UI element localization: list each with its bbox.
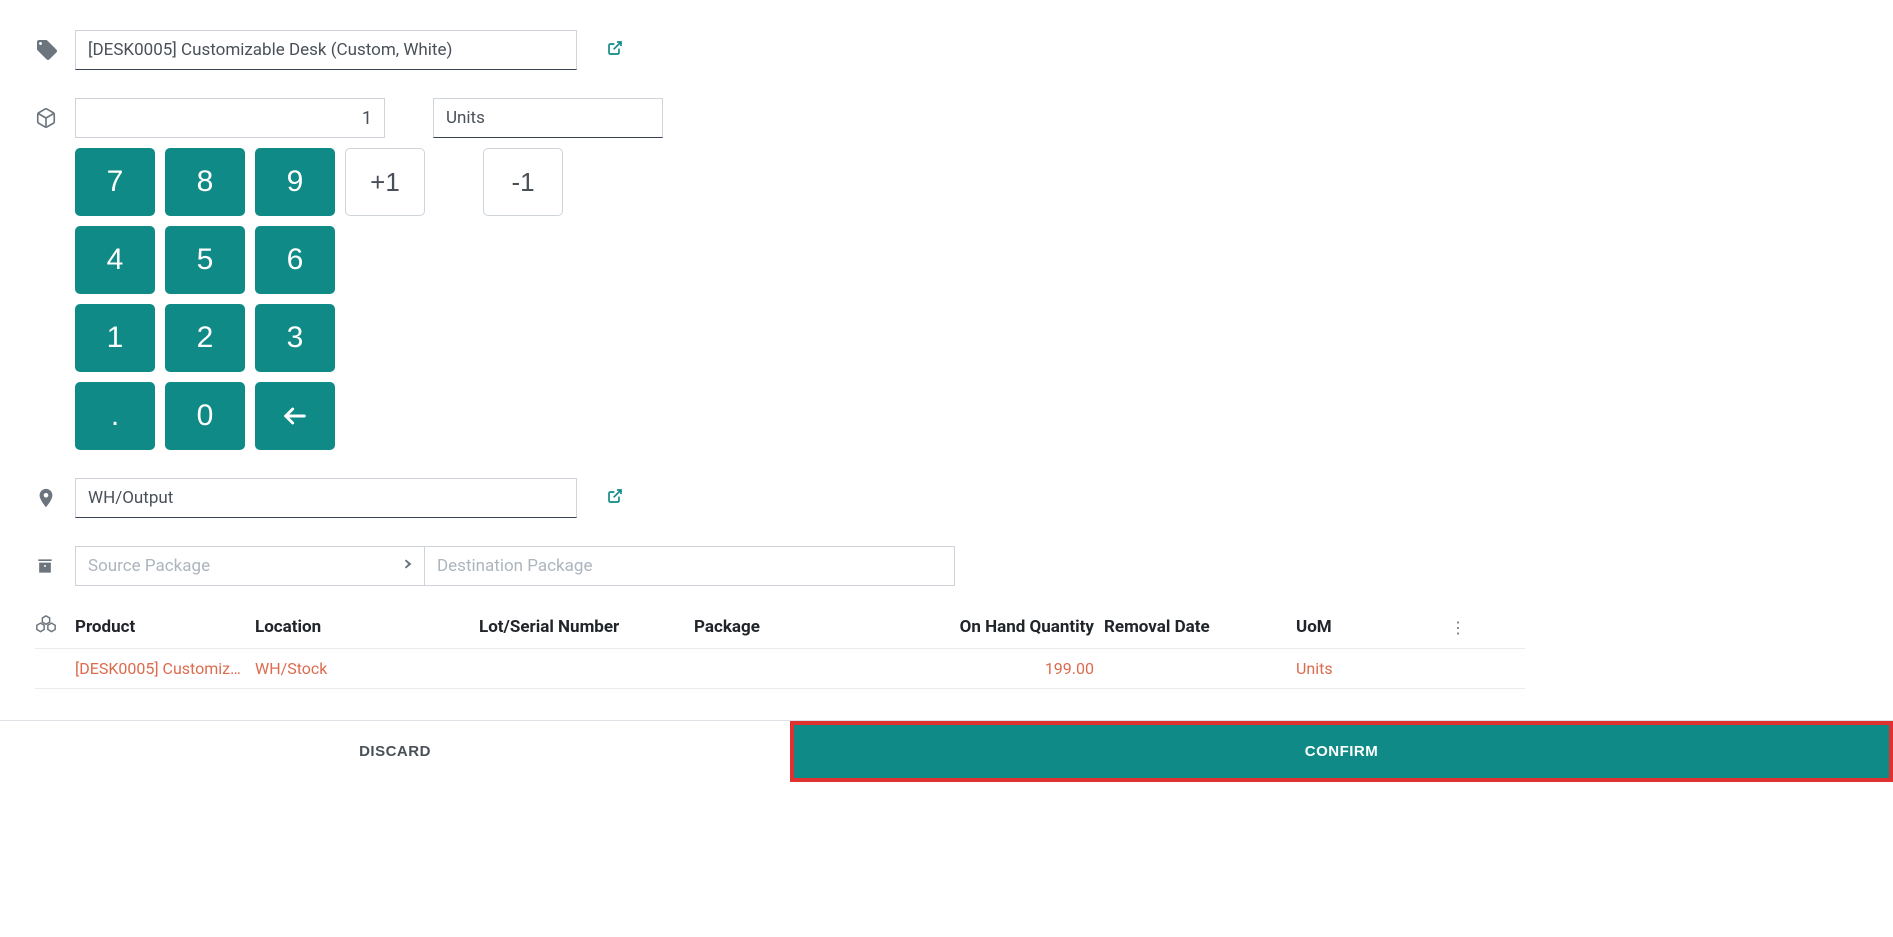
cubes-icon <box>35 614 75 640</box>
key-0[interactable]: 0 <box>165 382 245 450</box>
th-location[interactable]: Location <box>255 617 479 637</box>
stock-table: Product Location Lot/Serial Number Packa… <box>35 606 1525 689</box>
map-marker-icon <box>35 487 75 509</box>
key-6[interactable]: 6 <box>255 226 335 294</box>
table-header-row: Product Location Lot/Serial Number Packa… <box>35 606 1525 648</box>
th-product[interactable]: Product <box>75 617 255 637</box>
destination-package-input[interactable] <box>425 546 955 586</box>
td-uom: Units <box>1296 659 1436 678</box>
location-external-link-icon[interactable] <box>607 488 623 508</box>
key-backspace[interactable] <box>255 382 335 450</box>
key-1[interactable]: 1 <box>75 304 155 372</box>
numeric-keypad: 7 8 9 +1 -1 4 5 6 1 2 3 . 0 <box>75 148 1893 450</box>
archive-icon <box>35 556 75 576</box>
quantity-input[interactable] <box>75 98 385 138</box>
th-onhand[interactable]: On Hand Quantity <box>934 617 1094 637</box>
package-row <box>35 546 1893 586</box>
key-dot[interactable]: . <box>75 382 155 450</box>
key-8[interactable]: 8 <box>165 148 245 216</box>
key-4[interactable]: 4 <box>75 226 155 294</box>
footer-bar: DISCARD CONFIRM <box>0 720 1893 782</box>
key-2[interactable]: 2 <box>165 304 245 372</box>
arrow-right-icon[interactable] <box>394 554 414 578</box>
location-row <box>35 478 1893 518</box>
cube-icon <box>35 107 75 129</box>
table-row[interactable]: [DESK0005] Customiz… WH/Stock 199.00 Uni… <box>35 648 1525 689</box>
key-plus1[interactable]: +1 <box>345 148 425 216</box>
product-row <box>35 30 1893 70</box>
source-package-input[interactable] <box>76 547 424 585</box>
product-external-link-icon[interactable] <box>607 40 623 60</box>
td-product: [DESK0005] Customiz… <box>75 659 255 678</box>
location-input[interactable] <box>75 478 577 518</box>
th-package[interactable]: Package <box>694 617 934 637</box>
key-9[interactable]: 9 <box>255 148 335 216</box>
key-3[interactable]: 3 <box>255 304 335 372</box>
th-lot[interactable]: Lot/Serial Number <box>479 617 694 637</box>
key-7[interactable]: 7 <box>75 148 155 216</box>
td-location: WH/Stock <box>255 659 479 678</box>
confirm-button[interactable]: CONFIRM <box>790 721 1893 782</box>
product-input[interactable] <box>75 30 577 70</box>
quantity-row <box>35 98 1893 138</box>
table-options-icon[interactable]: ⋮ <box>1436 618 1466 637</box>
key-5[interactable]: 5 <box>165 226 245 294</box>
discard-button[interactable]: DISCARD <box>0 721 790 782</box>
th-removal[interactable]: Removal Date <box>1094 617 1296 637</box>
tags-icon <box>35 38 75 62</box>
td-onhand: 199.00 <box>934 659 1094 678</box>
key-minus1[interactable]: -1 <box>483 148 563 216</box>
uom-input[interactable] <box>433 98 663 138</box>
th-uom[interactable]: UoM <box>1296 617 1436 637</box>
